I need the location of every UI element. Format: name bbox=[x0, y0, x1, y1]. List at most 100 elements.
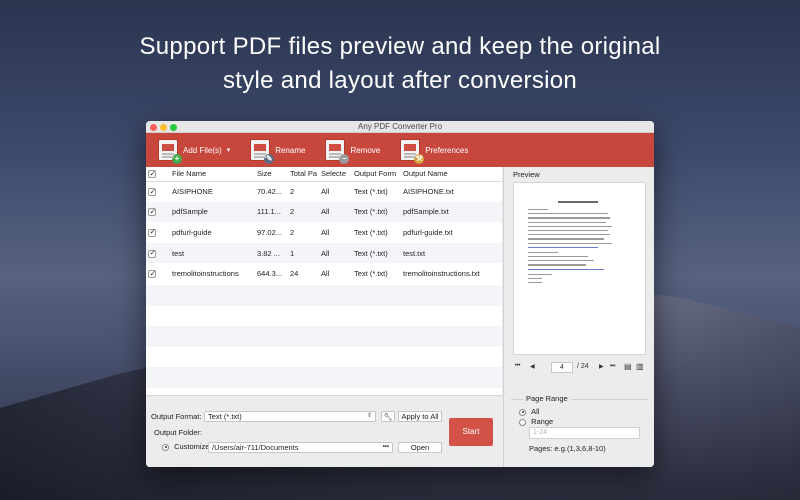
column-header[interactable]: Output Form bbox=[352, 167, 401, 182]
start-button[interactable]: Start bbox=[449, 418, 493, 446]
table-header-row: File Name Size Total Pa Selecte Output F… bbox=[146, 167, 502, 182]
last-page-icon[interactable]: ⏭ bbox=[610, 363, 615, 370]
column-header[interactable]: Output Name bbox=[401, 167, 502, 182]
column-header[interactable]: Selecte bbox=[319, 167, 352, 182]
column-header[interactable]: Size bbox=[255, 167, 288, 182]
table-row[interactable]: test 3.82 ... 1 All Text (*.txt) test.tx… bbox=[146, 242, 502, 264]
page-range-group: Page Range All Range 1-24 Pages: e.g.(1,… bbox=[511, 394, 648, 459]
toolbar: + Add File(s) ▾ ✎ Rename − Remove ⚒ Pref… bbox=[146, 133, 654, 167]
format-cell[interactable]: Text (*.txt) bbox=[352, 181, 401, 202]
output-name-cell[interactable]: test.txt bbox=[401, 242, 502, 264]
row-checkbox[interactable] bbox=[148, 187, 156, 197]
customize-radio-group[interactable]: Customize: bbox=[162, 442, 212, 451]
file-name-cell: AISIPHONE bbox=[172, 187, 213, 197]
close-window-button[interactable] bbox=[150, 123, 157, 131]
total-pages: / 24 bbox=[577, 363, 589, 370]
row-checkbox[interactable] bbox=[148, 227, 156, 237]
minimize-window-button[interactable] bbox=[160, 123, 167, 131]
format-cell[interactable]: Text (*.txt) bbox=[352, 222, 401, 243]
add-files-button[interactable]: + Add File(s) ▾ bbox=[154, 137, 234, 164]
format-cell[interactable]: Text (*.txt) bbox=[352, 201, 401, 223]
main-area: File Name Size Total Pa Selecte Output F… bbox=[146, 167, 654, 467]
page-navigation: ⏮ ◀ 4 / 24 ▶ ⏭ ▤ ▥ bbox=[513, 362, 646, 374]
select-all-checkbox[interactable] bbox=[148, 169, 156, 179]
row-checkbox[interactable] bbox=[148, 269, 156, 279]
first-page-icon[interactable]: ⏮ bbox=[515, 363, 520, 370]
output-name-cell[interactable]: pdfurl-guide.txt bbox=[401, 222, 502, 243]
all-pages-option[interactable]: All bbox=[519, 407, 539, 416]
preferences-button[interactable]: ⚒ Preferences bbox=[396, 137, 472, 164]
rename-label: Rename bbox=[275, 145, 306, 155]
selected-cell[interactable]: All bbox=[319, 242, 352, 264]
file-name-cell: tremolitoinstructions bbox=[172, 269, 239, 279]
all-pages-radio[interactable] bbox=[519, 408, 526, 416]
table-row[interactable]: pdfurl-guide 97.02... 2 All Text (*.txt)… bbox=[146, 222, 502, 243]
previous-page-icon[interactable]: ◀ bbox=[530, 363, 535, 370]
row-checkbox[interactable] bbox=[148, 207, 156, 217]
output-format-select[interactable]: Text (*.txt) ⇕ bbox=[204, 411, 376, 422]
table-row[interactable]: tremolitoinstructions 644.3... 24 All Te… bbox=[146, 263, 502, 284]
customize-label: Customize: bbox=[174, 442, 212, 451]
chevron-down-icon: ▾ bbox=[226, 147, 231, 154]
output-format-value: Text (*.txt) bbox=[208, 412, 242, 421]
page-range-title: Page Range bbox=[523, 394, 571, 403]
customize-radio[interactable] bbox=[162, 443, 169, 451]
next-page-icon[interactable]: ▶ bbox=[599, 363, 604, 370]
range-option[interactable]: Range bbox=[519, 417, 553, 426]
range-radio[interactable] bbox=[519, 418, 526, 426]
window-controls bbox=[150, 123, 177, 131]
table-row[interactable]: pdfSample 111.1... 2 All Text (*.txt) pd… bbox=[146, 201, 502, 223]
file-table: File Name Size Total Pa Selecte Output F… bbox=[146, 167, 502, 284]
preview-pane: Preview ⏮ ◀ 4 / 24 ▶ ⏭ ▤ ▥ Page Range Al… bbox=[503, 167, 654, 467]
range-label: Range bbox=[531, 417, 554, 426]
column-header[interactable]: File Name bbox=[170, 167, 255, 182]
format-cell[interactable]: Text (*.txt) bbox=[352, 242, 401, 264]
row-checkbox[interactable] bbox=[148, 248, 156, 258]
all-pages-label: All bbox=[531, 407, 540, 416]
format-settings-button[interactable]: 🔧︎ bbox=[381, 411, 395, 422]
pages-cell: 2 bbox=[290, 187, 295, 197]
selected-cell[interactable]: All bbox=[319, 181, 352, 202]
headline-line-1: Support PDF files preview and keep the o… bbox=[139, 33, 661, 60]
multi-page-view-icon[interactable]: ▥ bbox=[636, 362, 644, 371]
preview-label: Preview bbox=[513, 170, 540, 179]
remove-file-icon: − bbox=[325, 139, 350, 164]
size-cell: 70.42... bbox=[257, 187, 283, 197]
file-name-cell: test bbox=[170, 242, 255, 264]
maximize-window-button[interactable] bbox=[170, 123, 177, 131]
page-range-input[interactable]: 1-24 bbox=[529, 427, 640, 439]
select-arrows-icon: ⇕ bbox=[366, 413, 372, 419]
selected-cell[interactable]: All bbox=[319, 201, 352, 223]
preferences-label: Preferences bbox=[425, 145, 469, 155]
pages-cell: 24 bbox=[290, 269, 299, 279]
single-page-view-icon[interactable]: ▤ bbox=[624, 362, 632, 371]
size-cell: 97.02... bbox=[257, 227, 283, 237]
output-name-cell[interactable]: tremolitoinstructions.txt bbox=[401, 263, 502, 284]
wrench-icon: 🔧︎ bbox=[383, 414, 393, 421]
rename-icon: ✎ bbox=[250, 139, 275, 164]
browse-button[interactable]: ••• bbox=[383, 443, 389, 452]
column-header[interactable]: Total Pa bbox=[288, 167, 319, 182]
select-all-header[interactable] bbox=[146, 167, 170, 182]
selected-cell[interactable]: All bbox=[319, 222, 352, 243]
table-row[interactable]: AISIPHONE 70.42... 2 All Text (*.txt) AI… bbox=[146, 181, 502, 202]
rename-button[interactable]: ✎ Rename bbox=[246, 137, 309, 164]
page-number-input[interactable]: 4 bbox=[551, 362, 573, 373]
window-title: Any PDF Converter Pro bbox=[357, 122, 443, 131]
output-name-cell[interactable]: AISIPHONE.txt bbox=[401, 181, 502, 202]
pages-cell: 2 bbox=[288, 201, 319, 223]
selected-cell[interactable]: All bbox=[319, 263, 352, 284]
output-format-label: Output Format: bbox=[151, 412, 202, 421]
remove-button[interactable]: − Remove bbox=[321, 137, 384, 164]
output-folder-path[interactable]: /Users/air-711/Documents ••• bbox=[208, 442, 393, 453]
apply-to-all-button[interactable]: Apply to All bbox=[398, 411, 442, 422]
output-name-cell[interactable]: pdfSample.txt bbox=[401, 201, 502, 223]
app-window: Any PDF Converter Pro + Add File(s) ▾ ✎ … bbox=[146, 121, 654, 467]
remove-label: Remove bbox=[350, 145, 381, 155]
file-name-cell: pdfurl-guide bbox=[172, 227, 212, 237]
open-folder-button[interactable]: Open bbox=[398, 442, 442, 453]
add-file-icon: + bbox=[158, 139, 182, 164]
format-cell[interactable]: Text (*.txt) bbox=[352, 263, 401, 284]
preferences-icon: ⚒ bbox=[400, 139, 425, 164]
pages-cell: 2 bbox=[290, 227, 295, 237]
